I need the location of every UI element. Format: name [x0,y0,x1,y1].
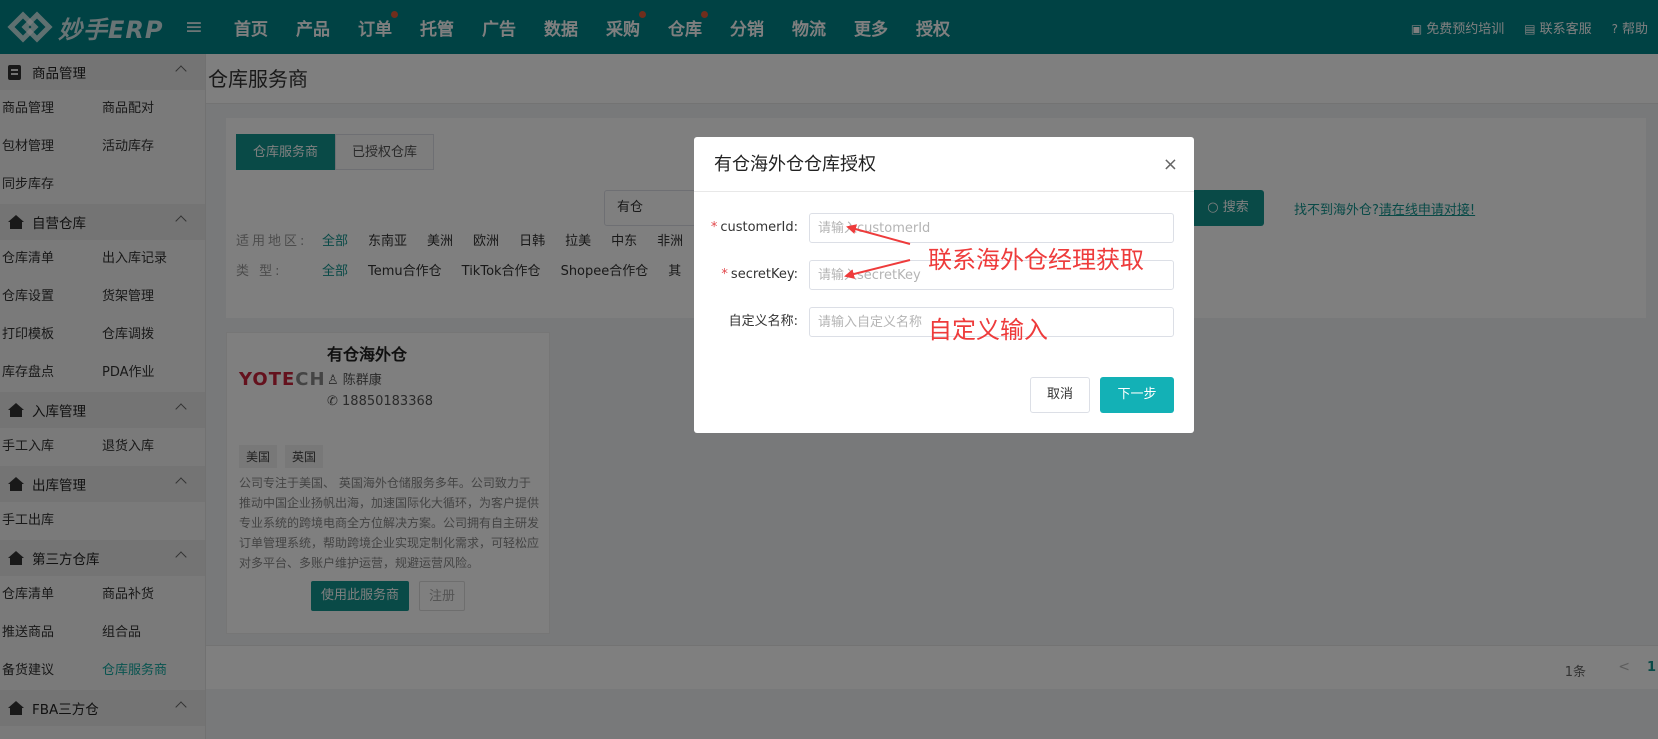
cancel-button[interactable]: 取消 [1030,377,1090,413]
customer-id-label-text: customerId: [720,220,798,235]
custom-name-label: 自定义名称: [728,314,798,329]
customer-id-row: * customerId: [694,213,1194,243]
authorization-dialog: 有仓海外仓仓库授权 × *customerId: *secretKey: 自定义… [694,137,1194,433]
required-mark: * [721,267,728,282]
close-icon[interactable]: × [1163,137,1178,192]
secret-key-label: * secretKey: [721,260,798,290]
secret-key-label-text: secretKey: [730,267,798,282]
dialog-title: 有仓海外仓仓库授权 [714,154,876,175]
credentials-annotation: 联系海外仓经理获取 [928,246,1144,274]
customer-id-label: * customerId: [711,213,798,243]
next-step-button[interactable]: 下一步 [1100,377,1174,413]
dialog-header: 有仓海外仓仓库授权 × [694,137,1194,192]
custom-name-annotation: 自定义输入 [928,316,1048,344]
customer-id-field[interactable] [809,213,1174,243]
required-mark: * [710,220,718,235]
